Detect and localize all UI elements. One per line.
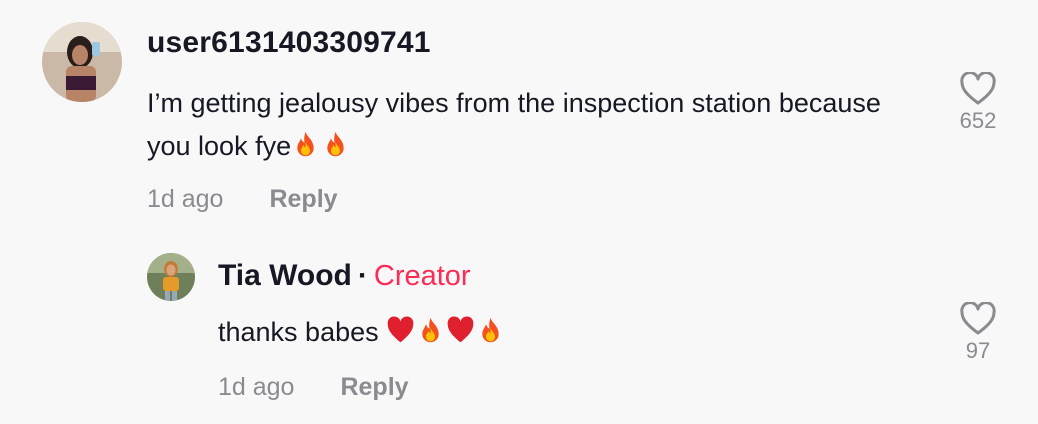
fire-icon [291, 131, 321, 161]
like-count: 652 [959, 108, 997, 133]
avatar[interactable] [42, 22, 122, 102]
fire-icon [416, 317, 446, 347]
comment-username: Tia Wood · Creator [218, 259, 471, 293]
comment-time: 1d ago [147, 185, 224, 213]
like-count: 97 [965, 338, 991, 363]
comment-text-content: thanks babes [218, 317, 379, 347]
comment-meta: 1d ago Reply [147, 185, 338, 214]
comment-text: I’m getting jealousy vibes from the insp… [147, 82, 917, 168]
heart-outline-icon[interactable] [948, 302, 1008, 336]
creator-badge: Creator [373, 260, 471, 292]
username-text[interactable]: Tia Wood [218, 259, 352, 292]
heart-icon [386, 316, 416, 347]
avatar[interactable] [147, 253, 195, 301]
comment-meta: 1d ago Reply [218, 373, 409, 402]
reply-button[interactable]: Reply [269, 185, 337, 213]
comment-text-content: I’m getting jealousy vibes from the insp… [147, 88, 881, 161]
comment-time: 1d ago [218, 373, 295, 401]
reply-item: Tia Wood · Creator thanks babes 1d ago Repl… [0, 240, 1038, 424]
fire-icon [321, 131, 351, 161]
heart-outline-icon[interactable] [948, 72, 1008, 106]
like-button[interactable]: 97 [948, 302, 1008, 364]
comment-username[interactable]: user6131403309741 [147, 26, 431, 60]
comment-item: user6131403309741 I’m getting jealousy v… [0, 0, 1038, 230]
like-button[interactable]: 652 [948, 72, 1008, 134]
comment-text: thanks babes [218, 311, 918, 354]
heart-icon [446, 316, 476, 347]
fire-icon [476, 317, 506, 347]
reply-button[interactable]: Reply [340, 373, 408, 401]
separator-dot: · [357, 259, 368, 292]
